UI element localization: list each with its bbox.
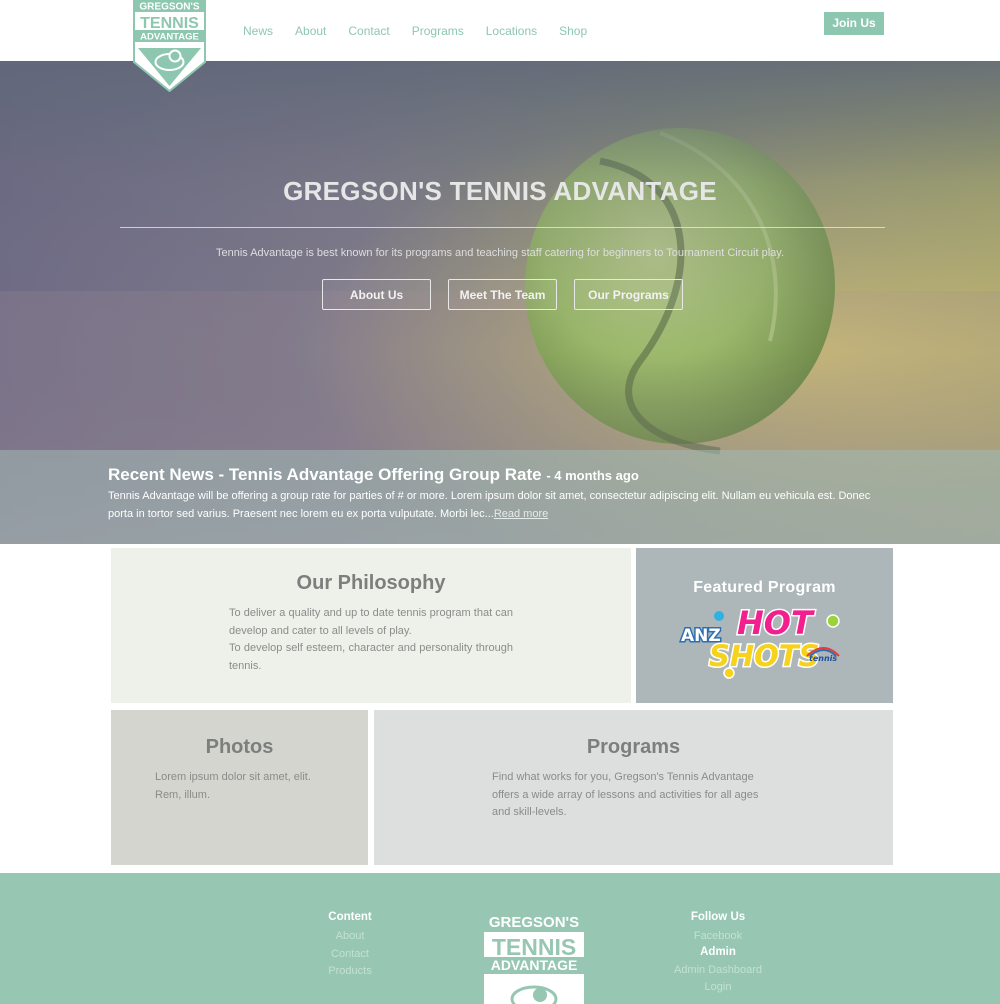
philosophy-tile: Our Philosophy To deliver a quality and …	[111, 548, 631, 703]
photos-title: Photos	[205, 736, 274, 758]
news-title: Recent News - Tennis Advantage Offering …	[108, 465, 639, 485]
footer-login-link[interactable]: Login	[668, 979, 768, 997]
svg-text:TENNIS: TENNIS	[140, 15, 199, 32]
about-us-button[interactable]: About Us	[322, 279, 431, 310]
hero-subtitle: Tennis Advantage is best known for its p…	[215, 247, 785, 259]
footer-facebook-link[interactable]: Facebook	[668, 928, 768, 946]
svg-text:tennis: tennis	[809, 654, 837, 663]
svg-text:GREGSON'S: GREGSON'S	[489, 914, 579, 931]
philosophy-line-1: To deliver a quality and up to date tenn…	[229, 607, 513, 637]
footer-logo-shield-icon: GREGSON'S TENNIS ADVANTAGE	[484, 914, 584, 1004]
nav-shop-link[interactable]: Shop	[548, 22, 598, 40]
programs-tile[interactable]: Programs Find what works for you, Gregso…	[374, 710, 893, 865]
footer-contact-link[interactable]: Contact	[310, 946, 390, 964]
our-programs-button[interactable]: Our Programs	[574, 279, 683, 310]
site-footer: Content About Contact Products GREGSON'S…	[0, 873, 1000, 1004]
photos-tile[interactable]: Photos Lorem ipsum dolor sit amet, elit.…	[111, 710, 368, 865]
nav-locations-link[interactable]: Locations	[475, 22, 548, 40]
footer-logo-mark: GREGSON'S TENNIS ADVANTAGE	[482, 911, 586, 1004]
hero-title: GREGSON'S TENNIS ADVANTAGE	[283, 176, 717, 206]
svg-text:GREGSON'S: GREGSON'S	[139, 2, 199, 13]
site-logo[interactable]: GREGSON'S TENNIS ADVANTAGE	[133, 0, 206, 93]
svg-text:ADVANTAGE: ADVANTAGE	[140, 32, 199, 43]
nav-news-link[interactable]: News	[232, 22, 284, 40]
news-excerpt: Tennis Advantage will be offering a grou…	[108, 488, 898, 523]
main-nav: News About Contact Programs Locations Sh…	[232, 22, 598, 40]
hero-banner: GREGSON'S TENNIS ADVANTAGE Tennis Advant…	[0, 61, 1000, 544]
footer-content-column: Content About Contact Products	[310, 911, 390, 981]
anz-hot-shots-logo: ANZ HOT SHOTS tennis	[680, 603, 840, 679]
photos-text: Lorem ipsum dolor sit amet, elit. Rem, i…	[155, 771, 311, 801]
svg-text:SHOTS: SHOTS	[709, 639, 819, 673]
footer-admin-dashboard-link[interactable]: Admin Dashboard	[668, 962, 768, 980]
footer-follow-column: Follow Us Facebook Admin Admin Dashboard…	[668, 911, 768, 997]
recent-news-banner: Recent News - Tennis Advantage Offering …	[0, 450, 1000, 544]
hero-divider	[120, 227, 885, 228]
svg-text:ADVANTAGE: ADVANTAGE	[491, 957, 578, 973]
news-excerpt-text: Tennis Advantage will be offering a grou…	[108, 490, 871, 520]
footer-about-link[interactable]: About	[310, 928, 390, 946]
logo-shield-icon: GREGSON'S TENNIS ADVANTAGE	[133, 0, 206, 93]
news-timestamp: - 4 months ago	[546, 468, 639, 483]
featured-program-title: Featured Program	[693, 579, 836, 596]
nav-contact-link[interactable]: Contact	[337, 22, 400, 40]
programs-title: Programs	[586, 736, 681, 758]
philosophy-title: Our Philosophy	[296, 572, 446, 594]
nav-programs-link[interactable]: Programs	[401, 22, 475, 40]
footer-admin-heading: Admin	[700, 945, 736, 958]
philosophy-line-2: To develop self esteem, character and pe…	[229, 642, 513, 672]
footer-products-link[interactable]: Products	[310, 963, 390, 981]
meet-the-team-button[interactable]: Meet The Team	[448, 279, 557, 310]
news-headline[interactable]: Recent News - Tennis Advantage Offering …	[108, 465, 542, 484]
hero-button-group: About Us Meet The Team Our Programs	[322, 279, 700, 310]
join-us-button[interactable]: Join Us	[824, 12, 884, 35]
programs-text: Find what works for you, Gregson's Tenni…	[492, 771, 759, 818]
featured-program-tile[interactable]: Featured Program ANZ HOT SHOTS tennis	[636, 548, 893, 703]
svg-text:HOT: HOT	[737, 604, 815, 642]
footer-content-heading: Content	[328, 911, 372, 923]
footer-follow-heading: Follow Us	[690, 911, 746, 923]
read-more-link[interactable]: Read more	[494, 508, 548, 520]
nav-about-link[interactable]: About	[284, 22, 337, 40]
